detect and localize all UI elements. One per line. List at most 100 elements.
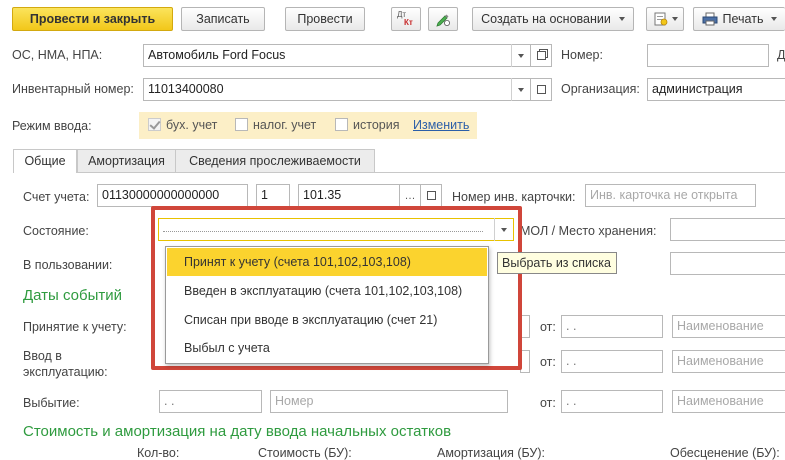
in-use-right-input[interactable] — [670, 252, 785, 275]
chevron-down-icon — [618, 17, 625, 21]
inventory-open-button[interactable] — [530, 78, 552, 101]
disposal-label: Выбытие: — [23, 396, 80, 410]
asset-label: ОС, НМА, НПА: — [12, 48, 103, 62]
mode-tax-label: налог. учет — [253, 118, 317, 132]
mode-history-label: история — [353, 118, 400, 132]
tab-traceability[interactable]: Сведения прослеживаемости — [175, 149, 375, 173]
kfo-input[interactable]: 1 — [256, 184, 290, 207]
state-input-dots — [163, 231, 483, 232]
commission-name-input[interactable]: Наименование — [672, 350, 785, 373]
print-label: Печать — [722, 12, 764, 26]
disposal-name-input[interactable]: Наименование — [672, 390, 785, 413]
chevron-down-icon — [517, 53, 524, 58]
account-label: Счет учета: — [23, 190, 90, 204]
post-label: Провести — [297, 12, 353, 26]
commission-label: Ввод в эксплуатацию: — [23, 349, 108, 379]
open-window-icon — [536, 85, 546, 94]
checkbox-icon — [235, 118, 248, 131]
accepted-date-input[interactable]: . . — [561, 315, 663, 338]
asset-input[interactable]: Автомобиль Ford Focus — [143, 44, 531, 67]
state-input[interactable] — [158, 218, 514, 241]
inv-card-input[interactable]: Инв. карточка не открыта — [585, 184, 756, 207]
accepted-name-input[interactable]: Наименование — [672, 315, 785, 338]
state-label: Состояние: — [23, 224, 89, 238]
asset-open-button[interactable] — [530, 44, 552, 67]
commission-date-input[interactable]: . . — [561, 350, 663, 373]
number-input[interactable] — [647, 44, 769, 67]
organization-input[interactable]: администрация — [647, 78, 785, 101]
disposal-from-label: от: — [540, 396, 556, 410]
mol-input[interactable] — [670, 218, 785, 241]
tab-panel-border — [13, 172, 785, 173]
mol-label: МОЛ / Место хранения: — [520, 224, 657, 238]
cost-col-depreciation: Амортизация (БУ): — [437, 446, 545, 460]
inventory-number-input[interactable]: 11013400080 — [143, 78, 531, 101]
dropdown-item-written-off[interactable]: Списан при вводе в эксплуатацию (счет 21… — [184, 313, 437, 327]
disposal-number-input[interactable]: Номер — [270, 390, 508, 413]
dropdown-item-accepted[interactable]: Принят к учету (счета 101,102,103,108) — [184, 255, 411, 269]
input-mode-label: Режим ввода: — [12, 119, 92, 133]
select-from-list-tooltip: Выбрать из списка — [497, 252, 617, 274]
dt-kt-icon: Дт Кт — [395, 10, 417, 28]
open-window-icon — [536, 51, 546, 60]
commission-from-label: от: — [540, 355, 556, 369]
cost-col-qty: Кол-во: — [137, 446, 180, 460]
tab-general[interactable]: Общие — [13, 149, 77, 173]
date-label-cut: Д — [777, 48, 785, 62]
post-and-close-button[interactable]: Провести и закрыть — [12, 7, 173, 31]
inventory-number-label: Инвентарный номер: — [12, 82, 134, 96]
mode-tax-checkbox[interactable]: налог. учет — [235, 118, 316, 132]
mode-bu-label: бух. учет — [166, 118, 218, 132]
kt-text: Кт — [404, 18, 413, 27]
inv-card-label: Номер инв. карточки: — [452, 190, 576, 204]
mode-bu-checkbox[interactable]: бух. учет — [148, 118, 217, 132]
checkbox-checked-icon — [148, 118, 161, 131]
dt-kt-report-button[interactable]: Дт Кт — [391, 7, 421, 31]
accepted-label: Принятие к учету: — [23, 320, 127, 334]
pencil-icon — [436, 14, 450, 27]
cost-section-title: Стоимость и амортизация на дату ввода на… — [23, 423, 452, 440]
report-document-icon — [654, 12, 667, 26]
cost-col-cost: Стоимость (БУ): — [258, 446, 352, 460]
input-mode-panel: бух. учет налог. учет история Изменить — [139, 112, 477, 139]
create-based-on-button[interactable]: Создать на основании — [472, 7, 634, 31]
account-open-button[interactable] — [420, 184, 442, 207]
chevron-down-icon — [500, 227, 507, 232]
save-label: Записать — [196, 12, 250, 26]
events-section-title: Даты событий — [23, 287, 123, 304]
asset-dropdown-button[interactable] — [511, 44, 529, 67]
disposal-date2-input[interactable]: . . — [561, 390, 663, 413]
printer-icon — [702, 12, 718, 26]
create-based-label: Создать на основании — [481, 12, 611, 26]
post-button[interactable]: Провести — [285, 7, 365, 31]
mode-history-checkbox[interactable]: история — [335, 118, 399, 132]
chevron-down-icon — [771, 17, 778, 21]
post-and-close-label: Провести и закрыть — [29, 12, 156, 26]
number-label: Номер: — [561, 48, 603, 62]
account-select-button[interactable]: … — [399, 184, 421, 207]
change-mode-link[interactable]: Изменить — [413, 118, 469, 132]
edit-pencil-button[interactable] — [428, 7, 458, 31]
cost-col-impairment: Обесценение (БУ): — [670, 446, 780, 460]
chevron-down-icon — [517, 87, 524, 92]
tab-depreciation[interactable]: Амортизация — [77, 149, 176, 173]
accepted-from-label: от: — [540, 320, 556, 334]
dropdown-item-commissioned[interactable]: Введен в эксплуатацию (счета 101,102,103… — [184, 284, 462, 298]
state-dropdown-list: Принят к учету (счета 101,102,103,108) В… — [165, 246, 489, 364]
dropdown-item-disposed[interactable]: Выбыл с учета — [184, 341, 270, 355]
disposal-date-input[interactable]: . . — [159, 390, 262, 413]
organization-label: Организация: — [561, 82, 640, 96]
account-sub-input[interactable]: 101.35 — [298, 184, 401, 207]
in-use-label: В пользовании: — [23, 258, 113, 272]
reports-button[interactable] — [646, 7, 684, 31]
inventory-dropdown-button[interactable] — [511, 78, 529, 101]
active-tab-gap — [14, 172, 76, 173]
print-button[interactable]: Печать — [693, 7, 785, 31]
chevron-down-icon — [671, 17, 678, 21]
checkbox-icon — [335, 118, 348, 131]
open-window-icon — [426, 191, 436, 200]
ellipsis-icon: … — [404, 189, 416, 202]
save-button[interactable]: Записать — [181, 7, 265, 31]
state-dropdown-button[interactable] — [494, 218, 512, 241]
account-input[interactable]: 01130000000000000 — [97, 184, 248, 207]
